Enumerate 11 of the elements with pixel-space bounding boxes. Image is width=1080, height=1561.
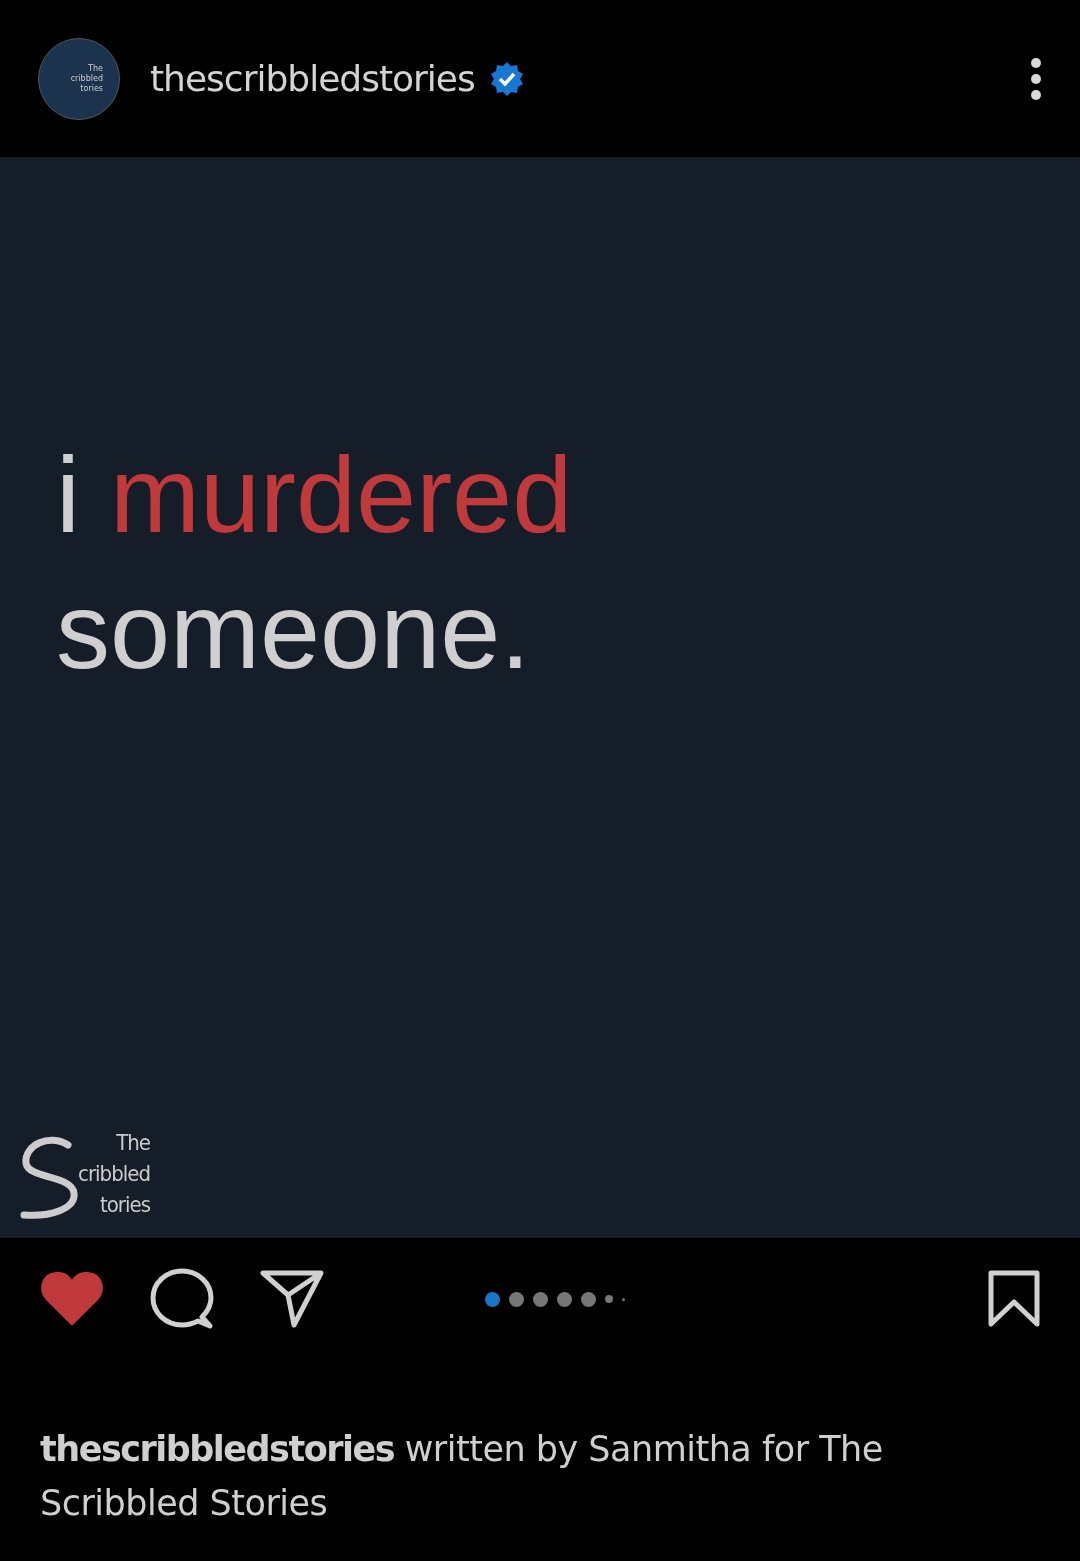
brand-logo: The cribbled tories bbox=[20, 1123, 150, 1223]
avatar-text: tories bbox=[80, 83, 103, 94]
post-caption: thescribbledstories written by Sanmitha for The Scribbled Stories bbox=[39, 1428, 884, 1525]
bookmark-icon[interactable] bbox=[988, 1270, 1040, 1328]
comment-icon[interactable] bbox=[150, 1267, 214, 1331]
username-link[interactable]: thescribbledstories bbox=[150, 58, 475, 99]
post-headline: i murdered someone. bbox=[56, 433, 574, 693]
more-options-icon[interactable] bbox=[1030, 56, 1042, 101]
avatar-logo[interactable]: The cribbled tories bbox=[38, 37, 120, 120]
avatar-text: The bbox=[88, 63, 103, 74]
avatar-text: cribbled bbox=[70, 73, 103, 84]
